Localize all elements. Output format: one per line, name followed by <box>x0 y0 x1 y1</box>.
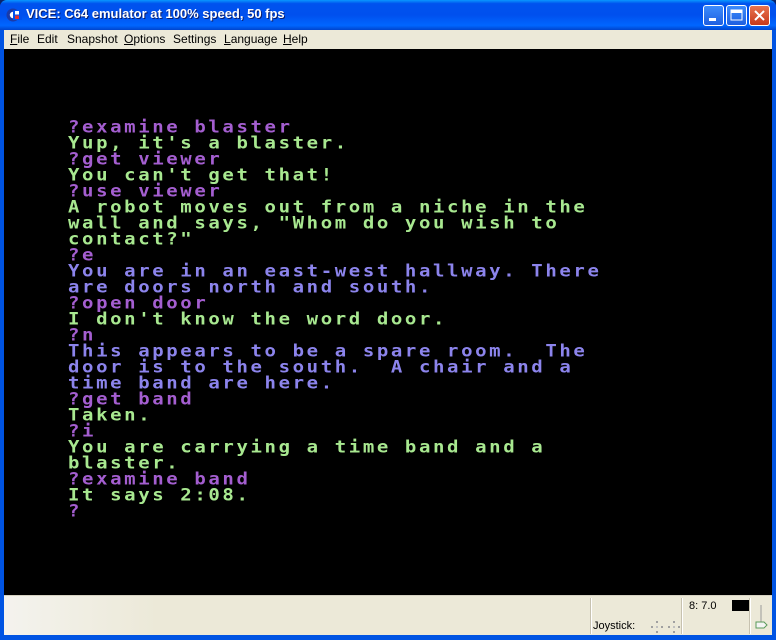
menu-help[interactable]: Help <box>283 32 308 46</box>
menu-edit-label: Edit <box>37 32 58 46</box>
response-line: contact?" <box>68 229 195 250</box>
menu-file-label: ile <box>17 32 30 46</box>
menu-language-mnemonic: L <box>224 32 231 46</box>
menu-snapshot-label: Snapshot <box>67 32 118 46</box>
drive-status: 8: 7.0 <box>689 600 717 612</box>
menu-help-label: elp <box>291 32 308 46</box>
response-line: You can't get that! <box>68 165 335 186</box>
menu-options[interactable]: Options <box>124 32 165 46</box>
command-line: ?n <box>68 325 97 346</box>
c64-text-output: ?examine blaster Yup, it's a blaster. ?get… <box>68 117 602 522</box>
c64-commodore-icon <box>6 8 22 22</box>
menu-edit[interactable]: Edit <box>37 32 58 46</box>
menu-language[interactable]: Language <box>224 32 277 46</box>
maximize-button[interactable] <box>726 5 747 26</box>
menu-settings-first: S <box>173 32 182 46</box>
drive-led <box>732 600 749 611</box>
command-line: ? <box>68 501 83 522</box>
command-line: ?open door <box>68 293 209 314</box>
close-icon <box>754 10 765 21</box>
description-line: This appears to be a spare room. The <box>68 341 588 362</box>
response-line: You are carrying a time band and a <box>68 437 546 458</box>
status-separator <box>749 598 750 634</box>
menu-help-mnemonic: H <box>283 32 292 46</box>
volume-slider[interactable] <box>754 604 768 632</box>
response-line: Yup, it's a blaster. <box>68 133 349 154</box>
command-line: ?e <box>68 245 97 266</box>
command-line: ?examine blaster <box>68 117 293 138</box>
slider-thumb-icon <box>755 621 768 629</box>
menu-file[interactable]: File <box>10 32 29 46</box>
response-line: wall and says, "Whom do you wish to <box>68 213 560 234</box>
description-line: door is to the south. A chair and a <box>68 357 574 378</box>
menu-settings[interactable]: Settings <box>173 32 216 46</box>
command-line: ?use viewer <box>68 181 223 202</box>
status-bar: Joystick: 8: 7.0 <box>4 595 772 635</box>
description-line: are doors north and south. <box>68 277 434 298</box>
close-button[interactable] <box>749 5 770 26</box>
response-line: Taken. <box>68 405 153 426</box>
status-separator <box>590 598 591 634</box>
command-line: ?get band <box>68 389 195 410</box>
response-line: It says 2:08. <box>68 485 251 506</box>
response-line: blaster. <box>68 453 181 474</box>
response-line: I don't know the word door. <box>68 309 448 330</box>
minimize-icon <box>709 18 716 21</box>
response-line: A robot moves out from a niche in the <box>68 197 588 218</box>
title-bar[interactable]: VICE: C64 emulator at 100% speed, 50 fps <box>0 0 776 30</box>
menu-settings-label: ettings <box>181 32 217 46</box>
menu-options-label: ptions <box>133 32 166 46</box>
minimize-button[interactable] <box>703 5 724 26</box>
joystick-port1-icon <box>651 621 663 633</box>
status-separator <box>681 598 682 634</box>
menu-options-mnemonic: O <box>124 32 134 46</box>
vice-window: VICE: C64 emulator at 100% speed, 50 fps… <box>0 0 776 640</box>
menu-language-label: anguage <box>230 32 278 46</box>
menu-snapshot[interactable]: Snapshot <box>67 32 118 46</box>
menu-bar: File Edit Snapshot Options Settings Lang… <box>4 30 772 49</box>
maximize-icon <box>730 9 743 21</box>
command-line: ?examine band <box>68 469 251 490</box>
window-title: VICE: C64 emulator at 100% speed, 50 fps <box>26 6 285 21</box>
command-line: ?i <box>68 421 97 442</box>
description-line: time band are here. <box>68 373 335 394</box>
joystick-port2-icon <box>668 621 680 633</box>
joystick-label: Joystick: <box>593 620 636 632</box>
command-line: ?get viewer <box>68 149 223 170</box>
description-line: You are in an east-west hallway. There <box>68 261 602 282</box>
